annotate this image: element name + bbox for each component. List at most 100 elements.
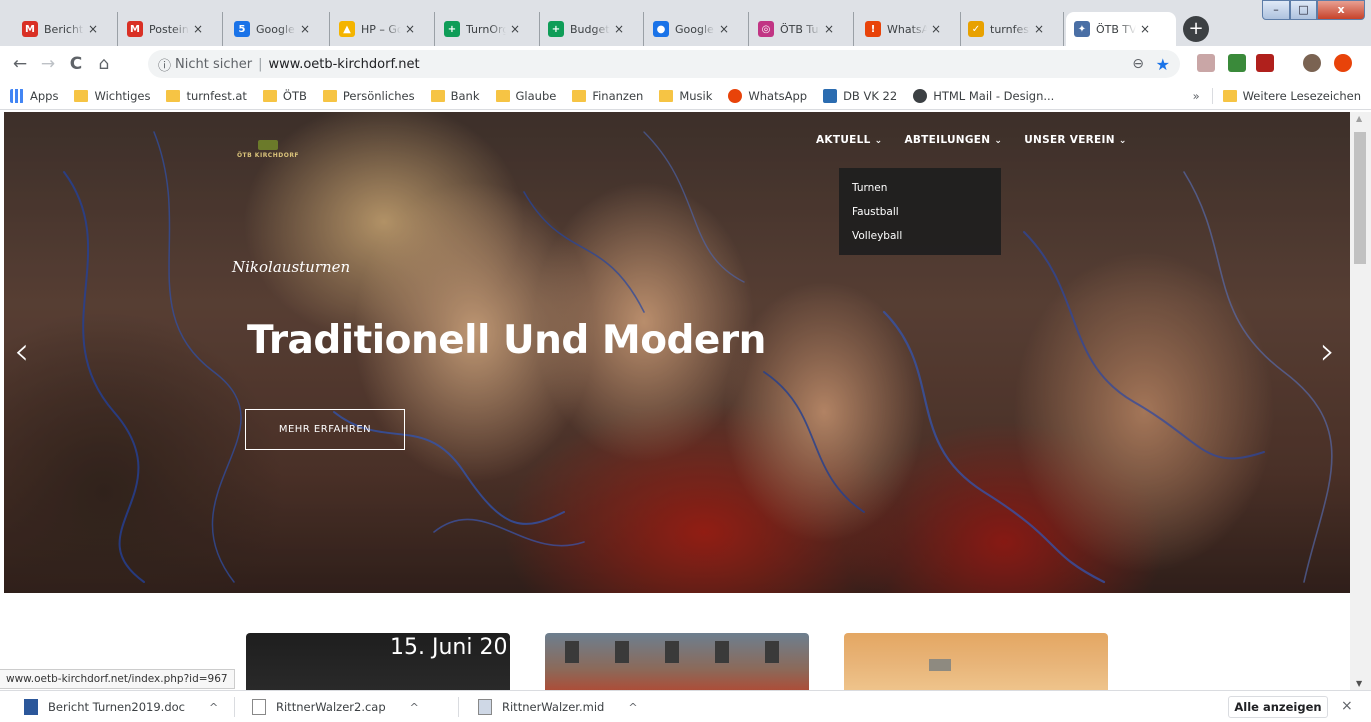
site-info-icon[interactable]: ⓘ bbox=[158, 55, 171, 74]
url-text[interactable]: www.oetb-kirchdorf.net bbox=[268, 57, 419, 72]
profile-avatar[interactable] bbox=[1303, 54, 1321, 72]
tab-active[interactable]: ✦ ÖTB TV × bbox=[1066, 12, 1176, 46]
close-tab-icon[interactable]: × bbox=[1034, 22, 1044, 36]
close-tab-icon[interactable]: × bbox=[1140, 22, 1150, 36]
tab-title: WhatsA bbox=[887, 22, 927, 36]
bookmarks-bar: Apps Wichtiges turnfest.at ÖTB Persönliches B… bbox=[0, 82, 1371, 110]
dropdown-item-faustball[interactable]: Faustball bbox=[839, 204, 1001, 228]
maximize-button[interactable]: □ bbox=[1290, 0, 1317, 20]
chevron-up-icon[interactable]: ^ bbox=[209, 701, 218, 714]
midi-file-icon bbox=[478, 699, 492, 715]
file-icon bbox=[252, 699, 266, 715]
bookmark-item[interactable]: Apps bbox=[10, 88, 58, 103]
close-tab-icon[interactable]: × bbox=[510, 22, 520, 36]
forward-button[interactable]: → bbox=[34, 54, 62, 74]
dropdown-item-volleyball[interactable]: Volleyball bbox=[839, 228, 1001, 252]
news-card[interactable] bbox=[844, 633, 1108, 690]
download-item[interactable]: Bericht Turnen2019.doc ^ bbox=[24, 691, 218, 722]
address-bar[interactable]: ⓘ Nicht sicher | www.oetb-kirchdorf.net … bbox=[148, 50, 1180, 78]
news-card[interactable]: 15. Juni 201 bbox=[246, 633, 510, 690]
other-bookmarks-button[interactable]: Weitere Lesezeichen bbox=[1243, 89, 1361, 103]
tab[interactable]: ▲ HP – Go × bbox=[331, 12, 435, 46]
bookmark-label: Glaube bbox=[515, 88, 557, 103]
close-tab-icon[interactable]: × bbox=[405, 22, 415, 36]
minimize-button[interactable]: – bbox=[1262, 0, 1290, 20]
bookmark-item[interactable]: Finanzen bbox=[572, 89, 643, 103]
home-button[interactable]: ⌂ bbox=[90, 54, 118, 74]
tab[interactable]: M Posteing × bbox=[119, 12, 223, 46]
slider-prev-icon[interactable]: ‹ bbox=[14, 332, 29, 370]
scrollbar-thumb[interactable] bbox=[1354, 132, 1366, 264]
nav-abteilungen[interactable]: ABTEILUNGEN ⌄ bbox=[904, 134, 1002, 146]
extension-green-icon[interactable] bbox=[1228, 54, 1246, 72]
bookmark-label: ÖTB bbox=[282, 88, 307, 103]
bookmark-item[interactable]: Bank bbox=[430, 89, 480, 103]
bookmark-item[interactable]: Musik bbox=[659, 89, 712, 103]
bookmark-item[interactable]: HTML Mail - Design... bbox=[913, 88, 1055, 103]
scroll-down-icon[interactable]: ▼ bbox=[1356, 679, 1362, 688]
bookmark-label: HTML Mail - Design... bbox=[933, 88, 1055, 103]
tab[interactable]: ✓ turnfest × bbox=[960, 12, 1064, 46]
close-tab-icon[interactable]: × bbox=[193, 22, 203, 36]
close-tab-icon[interactable]: × bbox=[824, 22, 834, 36]
hero-slider: ÖTB KIRCHDORF AKTUELL ⌄ ABTEILUNGEN ⌄ UNSE… bbox=[4, 112, 1350, 593]
slider-next-icon[interactable]: › bbox=[1320, 332, 1335, 370]
bookmark-item[interactable]: Glaube bbox=[495, 88, 557, 103]
bookmark-label: Musik bbox=[679, 88, 713, 103]
github-icon bbox=[913, 88, 928, 103]
scroll-up-icon[interactable]: ▲ bbox=[1356, 114, 1362, 123]
bookmarks-overflow-button[interactable]: » bbox=[1193, 89, 1200, 103]
page-scrollbar[interactable]: ▲ ▼ bbox=[1350, 112, 1371, 690]
nav-unser-verein[interactable]: UNSER VEREIN ⌄ bbox=[1024, 134, 1126, 146]
extension-red-icon[interactable] bbox=[1256, 54, 1274, 72]
google-contacts-icon: ● bbox=[653, 21, 669, 37]
extension-pdf-icon[interactable] bbox=[1197, 54, 1215, 72]
download-filename: Bericht Turnen2019.doc bbox=[48, 700, 185, 714]
tab[interactable]: ! WhatsA × bbox=[857, 12, 961, 46]
nav-aktuell[interactable]: AKTUELL ⌄ bbox=[816, 134, 882, 146]
close-tab-icon[interactable]: × bbox=[88, 22, 98, 36]
google-sheets-icon: + bbox=[444, 21, 460, 37]
google-drive-icon: ▲ bbox=[339, 21, 355, 37]
chevron-up-icon[interactable]: ^ bbox=[410, 701, 419, 714]
close-tab-icon[interactable]: × bbox=[300, 22, 310, 36]
site-logo[interactable]: ÖTB KIRCHDORF bbox=[232, 136, 304, 162]
reload-button[interactable]: C bbox=[62, 54, 90, 74]
tab[interactable]: ● Google × bbox=[645, 12, 749, 46]
new-tab-button[interactable]: + bbox=[1183, 16, 1209, 42]
close-tab-icon[interactable]: × bbox=[614, 22, 624, 36]
bookmark-star-icon[interactable]: ★ bbox=[1156, 55, 1170, 74]
tab[interactable]: 5 Google × bbox=[226, 12, 330, 46]
download-filename: RittnerWalzer.mid bbox=[502, 700, 605, 714]
card-date-text: 15. Juni 201 bbox=[390, 635, 510, 660]
download-item[interactable]: RittnerWalzer.mid ^ bbox=[478, 691, 638, 722]
bookmark-label: DB VK 22 bbox=[843, 88, 898, 103]
zoom-icon[interactable]: ⊖ bbox=[1132, 56, 1144, 72]
download-divider bbox=[234, 697, 235, 717]
bookmark-item[interactable]: Wichtiges bbox=[74, 89, 150, 103]
download-item[interactable]: RittnerWalzer2.cap ^ bbox=[252, 691, 419, 722]
bookmark-item[interactable]: Persönliches bbox=[322, 89, 415, 103]
tab[interactable]: M Bericht × bbox=[14, 12, 118, 46]
bookmark-item[interactable]: turnfest.at bbox=[166, 89, 247, 103]
show-all-downloads-button[interactable]: Alle anzeigen bbox=[1228, 696, 1328, 718]
building-window bbox=[565, 641, 579, 663]
close-tab-icon[interactable]: × bbox=[719, 22, 729, 36]
close-window-button[interactable]: x bbox=[1317, 0, 1365, 20]
dropdown-item-turnen[interactable]: Turnen bbox=[839, 180, 1001, 204]
download-divider bbox=[458, 697, 459, 717]
tab[interactable]: + Budget × bbox=[540, 12, 644, 46]
close-tab-icon[interactable]: × bbox=[931, 22, 941, 36]
close-download-bar-icon[interactable]: × bbox=[1341, 698, 1353, 714]
extension-alert-icon[interactable] bbox=[1334, 54, 1352, 72]
mehr-erfahren-button[interactable]: MEHR ERFAHREN bbox=[245, 409, 405, 450]
tab[interactable]: ◎ ÖTB Tur × bbox=[750, 12, 854, 46]
back-button[interactable]: ← bbox=[6, 54, 34, 74]
tab-title: Bericht bbox=[44, 22, 84, 36]
tab[interactable]: + TurnOrg × bbox=[436, 12, 540, 46]
chevron-up-icon[interactable]: ^ bbox=[628, 701, 637, 714]
news-card[interactable] bbox=[545, 633, 809, 690]
bookmark-item[interactable]: ÖTB bbox=[262, 88, 307, 103]
bookmark-item[interactable]: DB VK 22 bbox=[823, 88, 898, 103]
bookmark-item[interactable]: WhatsApp bbox=[728, 88, 807, 103]
